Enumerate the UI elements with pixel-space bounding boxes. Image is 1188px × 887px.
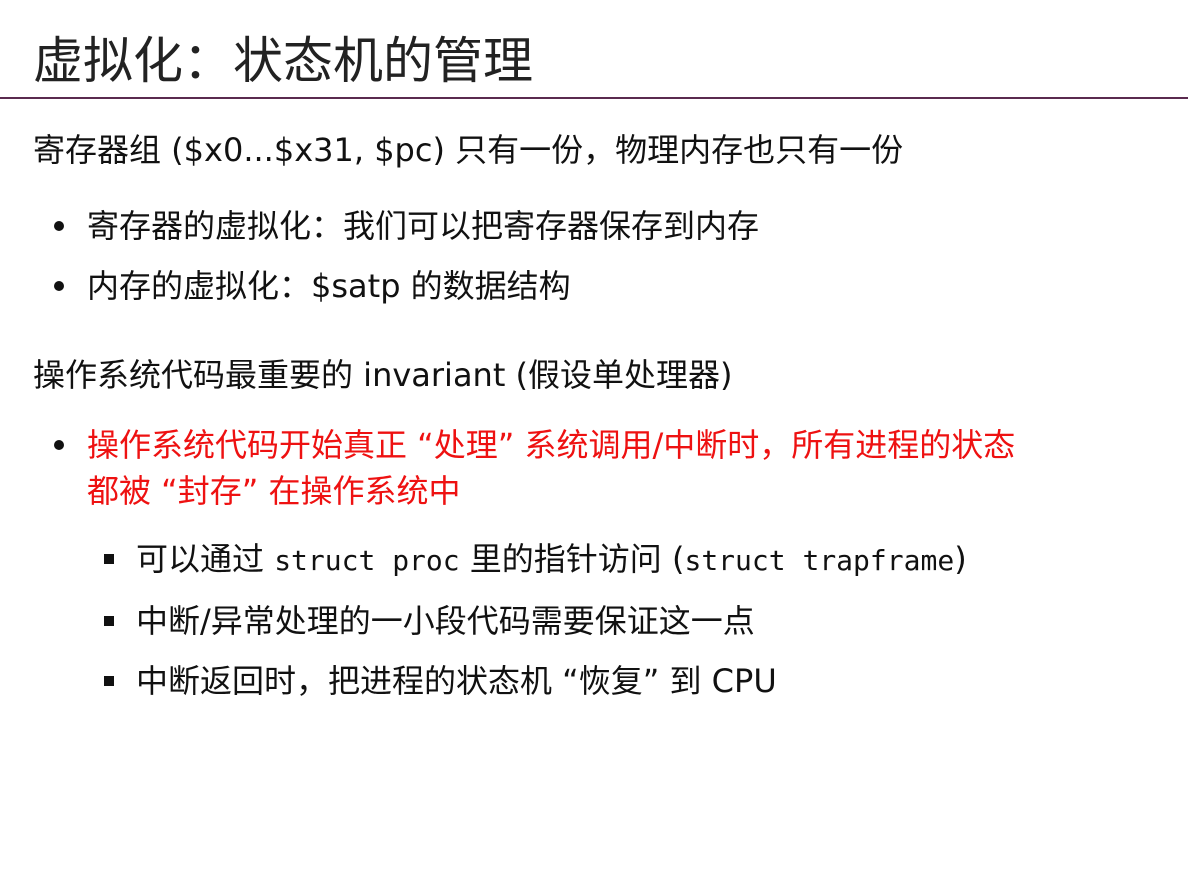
bullet-dot-icon bbox=[54, 281, 64, 291]
list-item: 内存的虚拟化：$satp 的数据结构 bbox=[0, 256, 759, 316]
code-struct-trapframe: struct trapframe bbox=[684, 544, 955, 577]
sub-list-item: 中断返回时，把进程的状态机 “恢复” 到 CPU bbox=[0, 651, 967, 711]
code-struct-proc: struct proc bbox=[274, 544, 460, 577]
sub-item-text: 里的指针访问 ( bbox=[459, 540, 685, 578]
bullet-dot-icon bbox=[54, 440, 64, 450]
bullet-square-icon bbox=[104, 676, 114, 686]
bullet-list-invariant: 操作系统代码开始真正 “处理” 系统调用/中断时，所有进程的状态 都被 “封存”… bbox=[0, 422, 1015, 514]
slide: 虚拟化：状态机的管理 寄存器组 ($x0...$x31, $pc) 只有一份，物… bbox=[0, 0, 1188, 887]
sub-item-text: 中断/异常处理的一小段代码需要保证这一点 bbox=[136, 602, 755, 640]
title-divider bbox=[0, 97, 1188, 99]
sub-bullet-list: 可以通过 struct proc 里的指针访问 (struct trapfram… bbox=[0, 529, 967, 711]
highlight-line-2: 都被 “封存” 在操作系统中 bbox=[87, 472, 461, 510]
sub-item-text: 中断返回时，把进程的状态机 “恢复” 到 CPU bbox=[136, 662, 777, 700]
list-item: 寄存器的虚拟化：我们可以把寄存器保存到内存 bbox=[0, 196, 759, 256]
list-item-text: 寄存器的虚拟化：我们可以把寄存器保存到内存 bbox=[87, 207, 760, 245]
highlighted-list-item: 操作系统代码开始真正 “处理” 系统调用/中断时，所有进程的状态 都被 “封存”… bbox=[0, 422, 1015, 514]
bullet-list-virtualization: 寄存器的虚拟化：我们可以把寄存器保存到内存 内存的虚拟化：$satp 的数据结构 bbox=[0, 196, 759, 316]
page-title: 虚拟化：状态机的管理 bbox=[33, 32, 533, 90]
bullet-square-icon bbox=[104, 554, 114, 564]
paragraph-registers: 寄存器组 ($x0...$x31, $pc) 只有一份，物理内存也只有一份 bbox=[33, 131, 904, 169]
sub-bullet-list-wrapper: 可以通过 struct proc 里的指针访问 (struct trapfram… bbox=[0, 529, 967, 711]
highlight-line-1: 操作系统代码开始真正 “处理” 系统调用/中断时，所有进程的状态 bbox=[87, 426, 1016, 464]
sub-list-item: 可以通过 struct proc 里的指针访问 (struct trapfram… bbox=[0, 529, 967, 591]
sub-list-item: 中断/异常处理的一小段代码需要保证这一点 bbox=[0, 591, 967, 651]
paragraph-invariant: 操作系统代码最重要的 invariant (假设单处理器) bbox=[33, 356, 733, 394]
bullet-dot-icon bbox=[54, 221, 64, 231]
bullet-square-icon bbox=[104, 616, 114, 626]
sub-item-text: 可以通过 bbox=[136, 540, 275, 578]
list-item-text: 内存的虚拟化：$satp 的数据结构 bbox=[87, 267, 571, 305]
sub-item-text: ) bbox=[954, 540, 967, 578]
